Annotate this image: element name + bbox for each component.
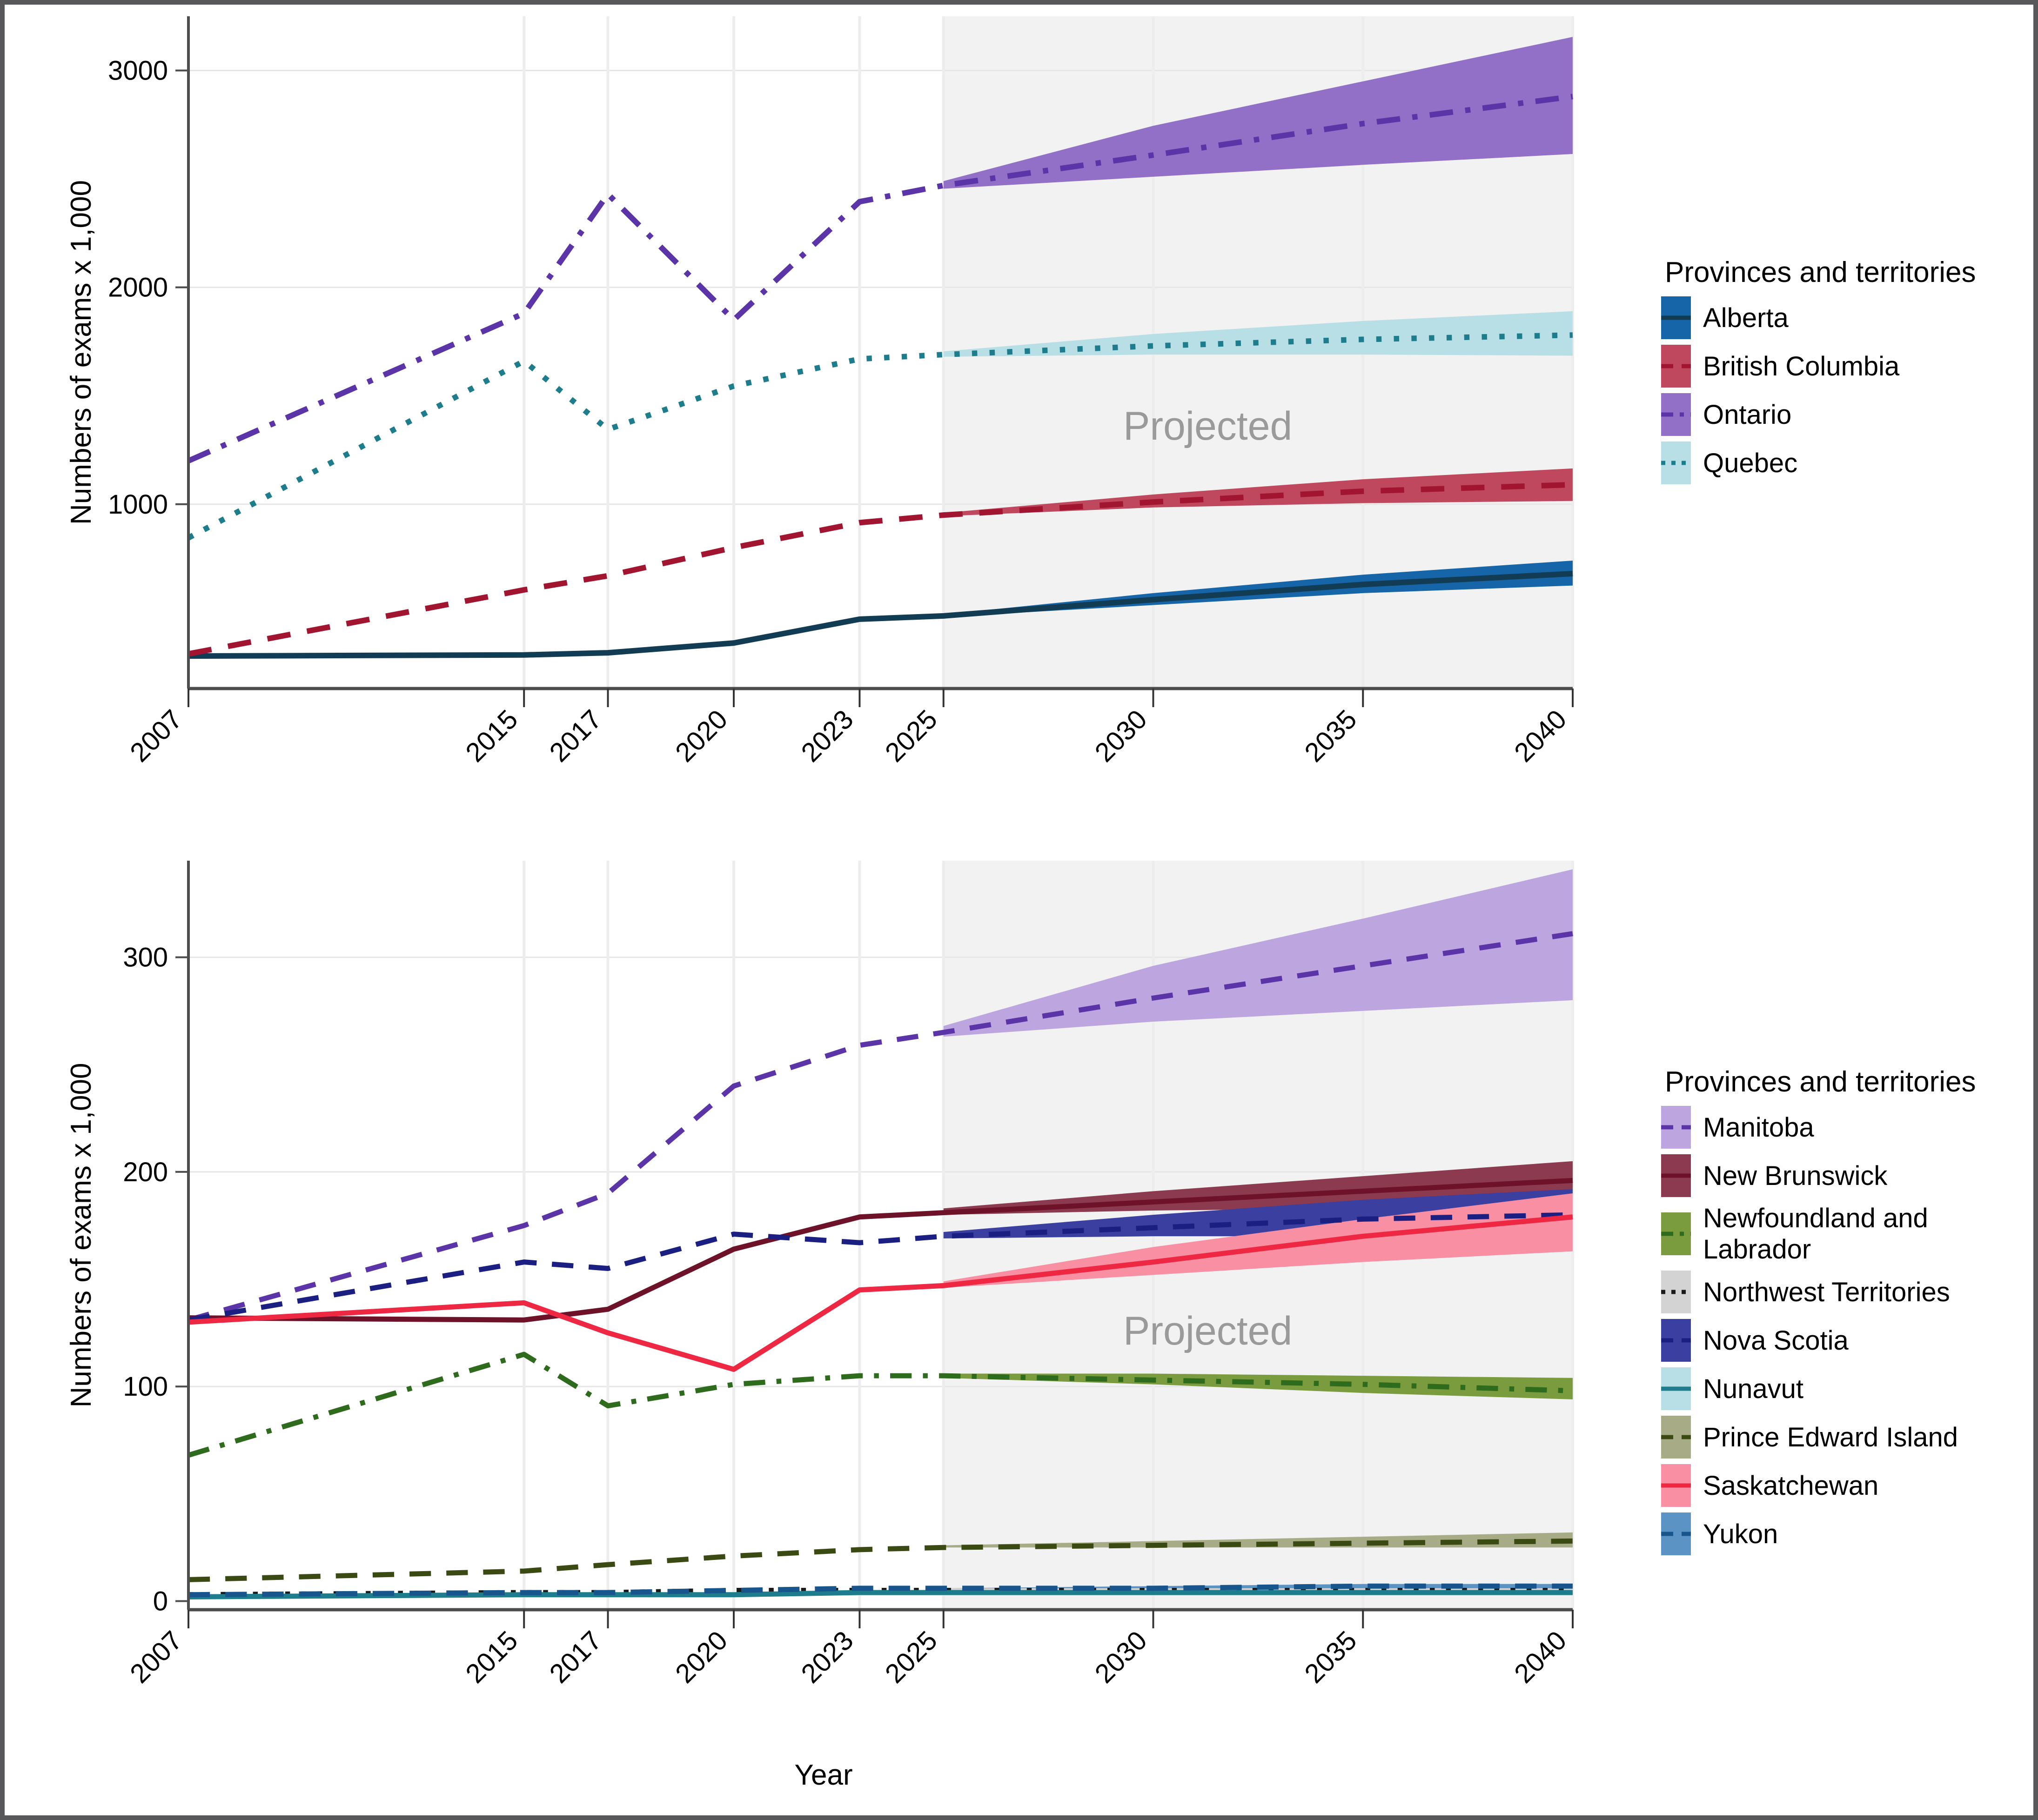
bottom-legend: Provinces and territories Manitoba New Br… bbox=[1661, 1065, 2033, 1561]
legend-swatch-icon bbox=[1661, 1416, 1691, 1459]
legend-swatch-icon bbox=[1661, 393, 1691, 436]
legend-item-label: Quebec bbox=[1703, 448, 1798, 478]
x-tick-label: 2023 bbox=[795, 1625, 859, 1689]
legend-item-nova-scotia[interactable]: Nova Scotia bbox=[1661, 1319, 2033, 1362]
legend-item-label: Prince Edward Island bbox=[1703, 1422, 1958, 1452]
legend-item-saskatchewan[interactable]: Saskatchewan bbox=[1661, 1464, 2033, 1507]
legend-item-label: Northwest Territories bbox=[1703, 1277, 1950, 1307]
legend-item-quebec[interactable]: Quebec bbox=[1661, 442, 2033, 484]
legend-item-label: Nunavut bbox=[1703, 1373, 1804, 1404]
legend-item-label: Nova Scotia bbox=[1703, 1325, 1849, 1356]
y-tick-label: 0 bbox=[153, 1586, 168, 1617]
legend-item-label: Newfoundland and Labrador bbox=[1703, 1203, 1928, 1265]
legend-line-icon bbox=[1661, 1483, 1691, 1488]
projected-annotation: Projected bbox=[1123, 1309, 1292, 1353]
legend-item-yukon[interactable]: Yukon bbox=[1661, 1512, 2033, 1555]
legend-line-icon bbox=[1661, 1125, 1691, 1130]
y-tick-label: 100 bbox=[123, 1372, 168, 1402]
legend-line-icon bbox=[1661, 1290, 1691, 1294]
bottom-legend-title: Provinces and territories bbox=[1665, 1066, 1976, 1098]
legend-item-british-columbia[interactable]: British Columbia bbox=[1661, 345, 2033, 388]
legend-line-icon bbox=[1661, 1231, 1691, 1236]
legend-item-label: Ontario bbox=[1703, 399, 1792, 430]
top-legend: Provinces and territories Alberta British… bbox=[1661, 256, 2033, 490]
legend-line-icon bbox=[1661, 1435, 1691, 1439]
legend-swatch-icon bbox=[1661, 345, 1691, 388]
legend-swatch-icon bbox=[1661, 1319, 1691, 1362]
legend-line-icon bbox=[1661, 315, 1691, 320]
legend-line-icon bbox=[1661, 364, 1691, 368]
legend-line-icon bbox=[1661, 461, 1691, 465]
legend-item-label: British Columbia bbox=[1703, 351, 1900, 381]
legend-line-icon bbox=[1661, 1173, 1691, 1178]
x-tick-label: 2040 bbox=[1508, 1625, 1572, 1689]
y-tick-label: 3000 bbox=[108, 56, 168, 86]
legend-line-icon bbox=[1661, 1338, 1691, 1343]
x-tick-label: 2040 bbox=[1508, 704, 1572, 768]
y-tick-label: 2000 bbox=[108, 273, 168, 303]
legend-item-manitoba[interactable]: Manitoba bbox=[1661, 1106, 2033, 1149]
y-tick-label: 200 bbox=[123, 1157, 168, 1187]
x-tick-label: 2015 bbox=[460, 704, 523, 768]
legend-item-label: Manitoba bbox=[1703, 1112, 1814, 1143]
x-tick-label: 2017 bbox=[544, 704, 608, 768]
legend-item-newfoundland-and-labrador[interactable]: Newfoundland and Labrador bbox=[1661, 1203, 2033, 1265]
x-tick-label: 2007 bbox=[124, 704, 188, 768]
legend-swatch-icon bbox=[1661, 1464, 1691, 1507]
legend-item-alberta[interactable]: Alberta bbox=[1661, 296, 2033, 339]
x-tick-label: 2030 bbox=[1089, 1625, 1153, 1689]
legend-item-prince-edward-island[interactable]: Prince Edward Island bbox=[1661, 1416, 2033, 1459]
x-tick-label: 2017 bbox=[544, 1625, 608, 1689]
top-chart-panel: 1000 2000 3000 2007 2015 2017 2020 2023 2025 2030… bbox=[5, 5, 1642, 837]
x-tick-label: 2035 bbox=[1299, 704, 1362, 768]
x-tick-label: 2020 bbox=[670, 704, 733, 768]
bottom-chart-svg: 0 100 200 300 2007 2015 2017 2020 2023 2025 2030 20… bbox=[65, 861, 1574, 1689]
top-chart-svg: 1000 2000 3000 2007 2015 2017 2020 2023 2025 2030… bbox=[65, 16, 1574, 768]
x-axis-title: Year bbox=[794, 1759, 853, 1791]
x-tick-label: 2035 bbox=[1299, 1625, 1362, 1689]
x-tick-label: 2015 bbox=[460, 1625, 523, 1689]
legend-item-new-brunswick[interactable]: New Brunswick bbox=[1661, 1154, 2033, 1197]
x-tick-label: 2007 bbox=[124, 1625, 188, 1689]
legend-swatch-icon bbox=[1661, 442, 1691, 484]
x-tick-label: 2020 bbox=[670, 1625, 733, 1689]
figure-root: 1000 2000 3000 2007 2015 2017 2020 2023 2025 2030… bbox=[0, 0, 2038, 1820]
y-axis-title: Numbers of exams x 1,000 bbox=[65, 180, 97, 525]
x-tick-label: 2025 bbox=[879, 704, 943, 768]
legend-line-icon bbox=[1661, 412, 1691, 417]
legend-item-northwest-territories[interactable]: Northwest Territories bbox=[1661, 1271, 2033, 1313]
legend-item-label: New Brunswick bbox=[1703, 1160, 1888, 1191]
legend-swatch-icon bbox=[1661, 1154, 1691, 1197]
projected-annotation: Projected bbox=[1123, 404, 1292, 448]
x-tick-label: 2030 bbox=[1089, 704, 1153, 768]
y-axis-title: Numbers of exams x 1,000 bbox=[65, 1063, 97, 1408]
legend-item-label: Yukon bbox=[1703, 1519, 1778, 1549]
legend-swatch-icon bbox=[1661, 1512, 1691, 1555]
legend-swatch-icon bbox=[1661, 1212, 1691, 1255]
x-tick-label: 2023 bbox=[795, 704, 859, 768]
legend-swatch-icon bbox=[1661, 296, 1691, 339]
legend-item-label: Alberta bbox=[1703, 302, 1789, 333]
legend-item-label: Saskatchewan bbox=[1703, 1470, 1879, 1501]
legend-line-icon bbox=[1661, 1386, 1691, 1391]
bottom-chart-panel: 0 100 200 300 2007 2015 2017 2020 2023 2025 2030 20… bbox=[5, 837, 1642, 1768]
legend-swatch-icon bbox=[1661, 1367, 1691, 1410]
legend-swatch-icon bbox=[1661, 1271, 1691, 1313]
y-tick-label: 1000 bbox=[108, 489, 168, 520]
bottom-legend-items: Manitoba New Brunswick Newfoundland and La… bbox=[1661, 1106, 2033, 1555]
legend-item-ontario[interactable]: Ontario bbox=[1661, 393, 2033, 436]
legend-item-nunavut[interactable]: Nunavut bbox=[1661, 1367, 2033, 1410]
y-tick-label: 300 bbox=[123, 943, 168, 973]
top-legend-items: Alberta British Columbia Ontario Quebec bbox=[1661, 296, 2033, 484]
x-axis-title-wrap: Year bbox=[5, 1759, 1642, 1792]
legend-swatch-icon bbox=[1661, 1106, 1691, 1149]
x-tick-label: 2025 bbox=[879, 1625, 943, 1689]
legend-line-icon bbox=[1661, 1532, 1691, 1536]
top-legend-title: Provinces and territories bbox=[1665, 256, 1976, 288]
